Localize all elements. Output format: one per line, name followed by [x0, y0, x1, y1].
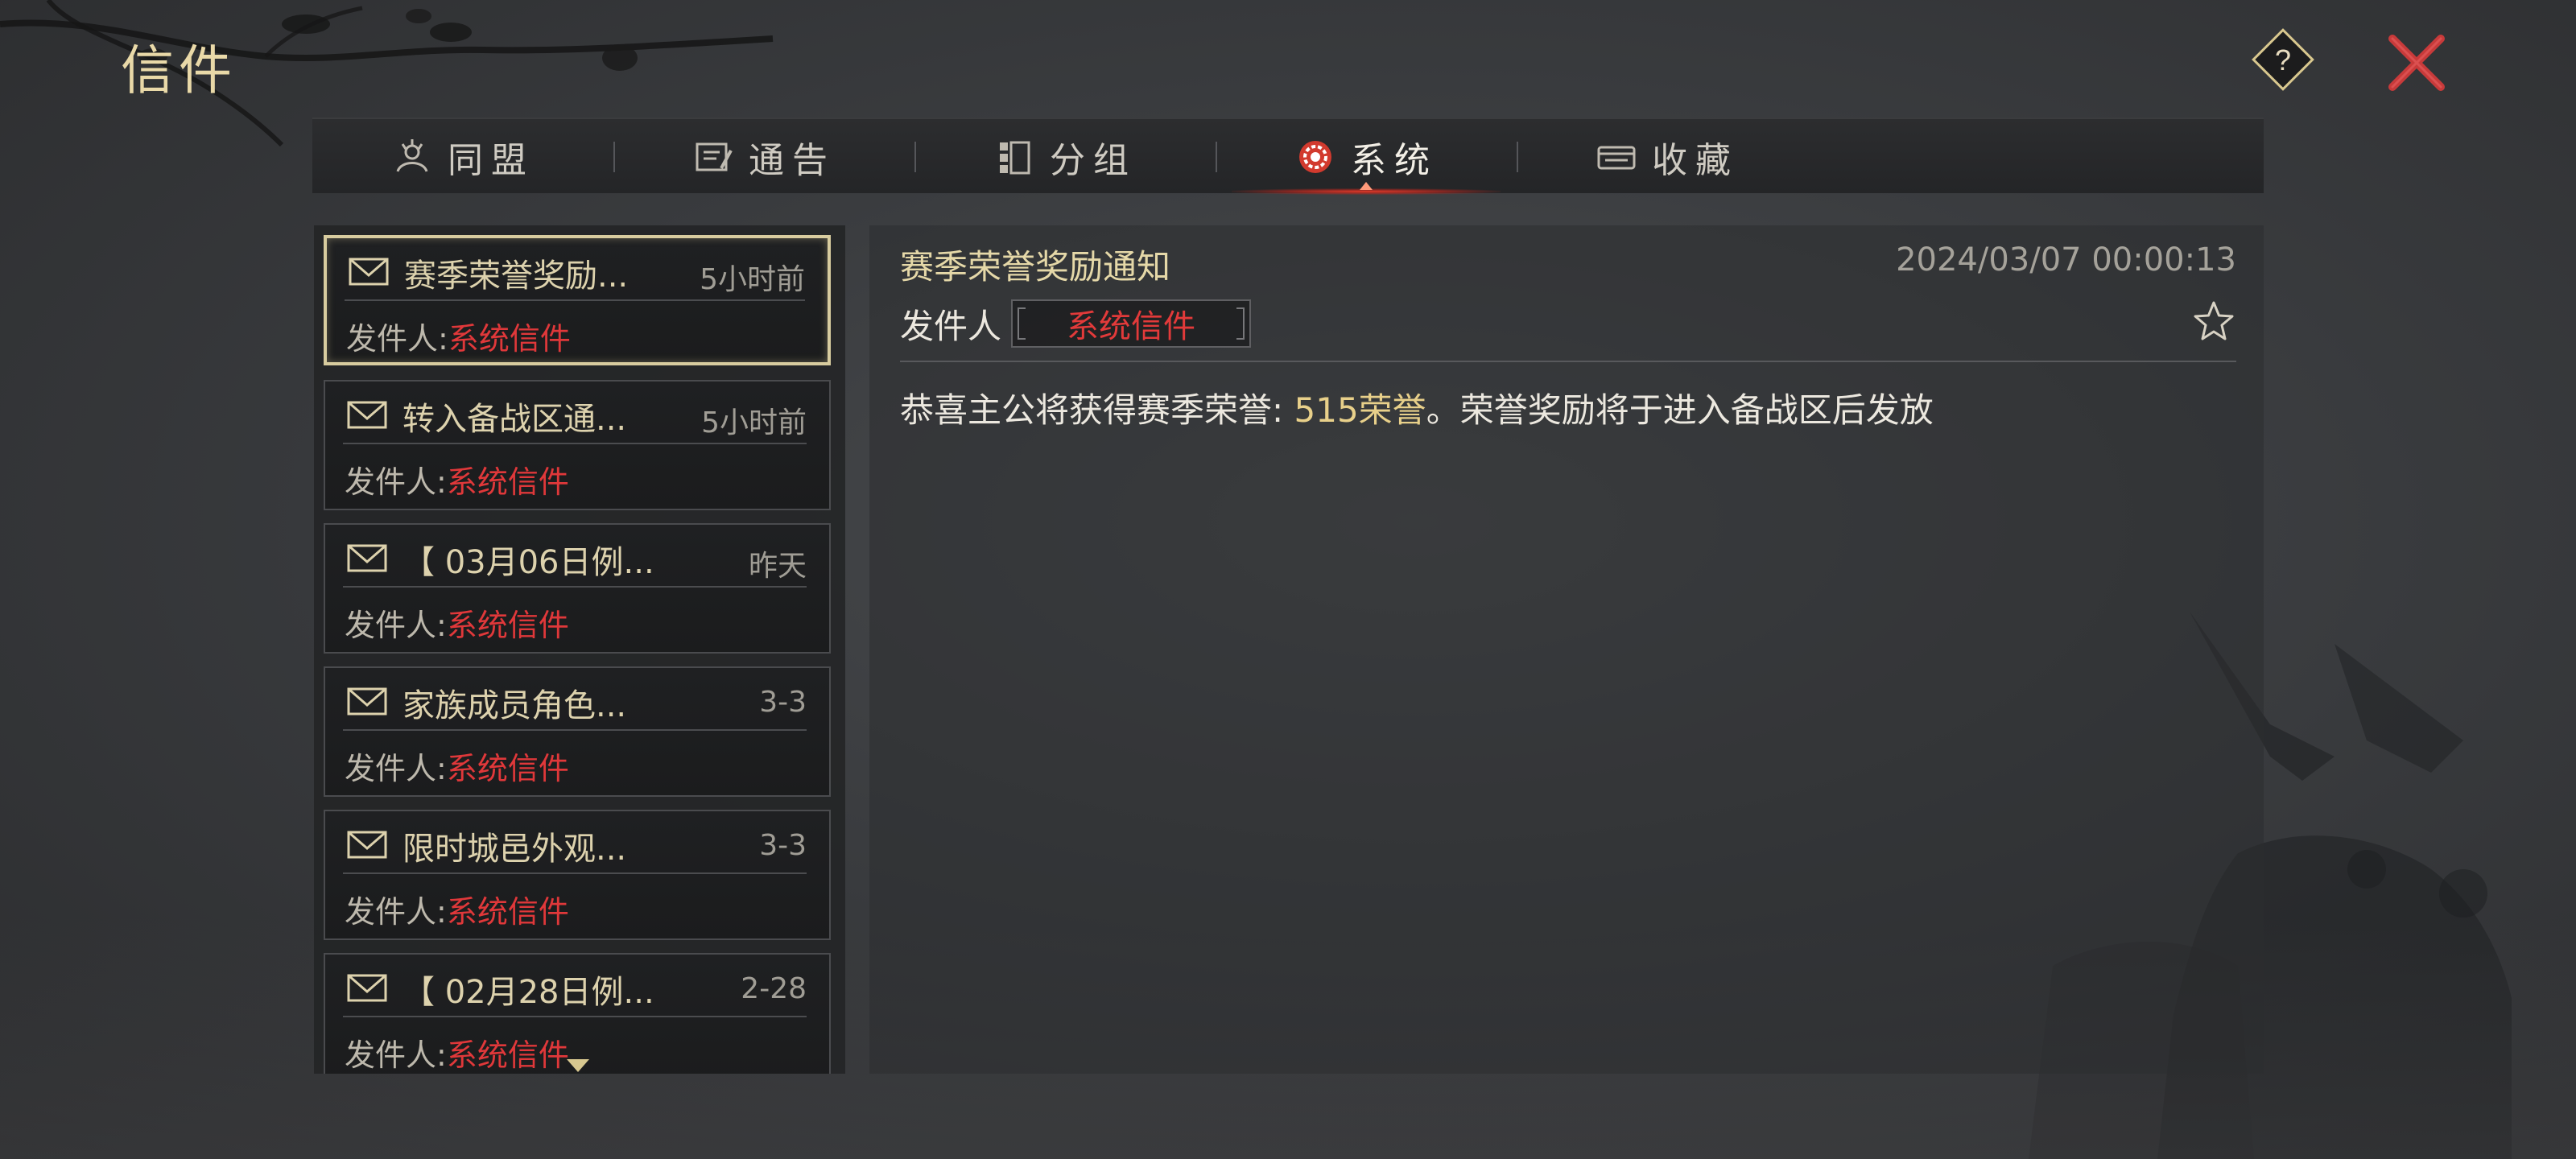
scroll-down-indicator-icon[interactable]	[567, 1059, 589, 1072]
favorite-star-button[interactable]	[2191, 299, 2236, 344]
mail-list-item[interactable]: 赛季荣誉奖励... 5小时前 发件人:系统信件	[324, 235, 831, 365]
tab-favorites[interactable]: 收藏	[1517, 119, 1818, 195]
tab-label: 收藏	[1652, 140, 1739, 181]
tab-alliance[interactable]: 同盟	[312, 119, 613, 195]
mail-time: 2-28	[741, 972, 807, 1005]
body-text: 恭喜主公将获得赛季荣誉:	[900, 390, 1294, 430]
envelope-icon	[347, 687, 387, 716]
mail-time: 3-3	[759, 829, 807, 862]
mail-list-item[interactable]: 家族成员角色... 3-3 发件人:系统信件	[324, 666, 831, 797]
sender-name-tag: 系统信件	[1011, 299, 1251, 348]
mail-time: 5小时前	[701, 406, 807, 439]
sender-name: 系统信件	[446, 751, 569, 786]
envelope-icon	[349, 258, 389, 286]
close-button[interactable]	[2384, 31, 2449, 95]
system-gear-icon	[1299, 141, 1331, 173]
sender-name: 系统信件	[1067, 308, 1195, 345]
close-icon	[2388, 35, 2445, 91]
mail-subject: 【 03月06日例...	[402, 544, 654, 581]
body-text: 。荣誉奖励将于进入备战区后发放	[1426, 390, 1934, 430]
mail-subject: 赛季荣誉奖励...	[404, 258, 629, 295]
mail-subject: 限时城邑外观...	[402, 831, 627, 868]
star-icon	[2194, 301, 2234, 340]
mail-detail-panel: 赛季荣誉奖励通知 2024/03/07 00:00:13 发件人 系统信件 恭喜…	[869, 225, 2264, 1074]
mail-sender: 发件人:系统信件	[345, 1030, 569, 1074]
sender-prefix: 发件人:	[345, 894, 447, 930]
mail-sender: 发件人:系统信件	[345, 457, 569, 501]
mail-category-tabbar: 同盟 通告 分组 系统 收藏	[312, 118, 2264, 195]
sender-label: 发件人	[900, 307, 1002, 346]
mail-time: 3-3	[759, 686, 807, 719]
mail-detail-datetime: 2024/03/07 00:00:13	[1896, 241, 2236, 278]
mail-list-item[interactable]: 限时城邑外观... 3-3 发件人:系统信件	[324, 810, 831, 940]
sender-name: 系统信件	[446, 464, 569, 500]
mail-divider	[343, 729, 807, 731]
envelope-icon	[347, 401, 387, 429]
mail-list-item[interactable]: 【 03月06日例... 昨天 发件人:系统信件	[324, 523, 831, 654]
mail-detail-subject: 赛季荣誉奖励通知	[900, 247, 1171, 287]
page-title: 信件	[121, 39, 237, 101]
mail-time: 5小时前	[700, 263, 805, 296]
mail-sender: 发件人:系统信件	[345, 600, 569, 645]
mail-subject: 家族成员角色...	[402, 687, 627, 724]
mail-time: 昨天	[748, 550, 807, 583]
tab-label: 同盟	[448, 140, 535, 181]
sender-prefix: 发件人:	[345, 751, 447, 786]
help-button[interactable]: ?	[2251, 27, 2315, 92]
tag-right-cap	[1236, 307, 1245, 340]
sender-name: 系统信件	[446, 608, 569, 643]
sender-prefix: 发件人:	[345, 1037, 447, 1073]
envelope-icon	[347, 544, 387, 572]
tab-label: 系统	[1351, 140, 1438, 181]
mail-subject: 转入备战区通...	[402, 401, 627, 438]
mail-list[interactable]: 赛季荣誉奖励... 5小时前 发件人:系统信件 转入备战区通... 5小时前 发…	[314, 225, 845, 1074]
sender-prefix: 发件人:	[345, 464, 447, 500]
active-tab-pointer	[1360, 182, 1373, 190]
mail-subject: 【 02月28日例...	[402, 974, 654, 1011]
tab-label: 通告	[749, 140, 836, 181]
mail-divider	[343, 443, 807, 444]
group-icon	[1000, 141, 1030, 175]
favorites-icon	[1597, 146, 1636, 170]
envelope-icon	[347, 974, 387, 1002]
alliance-icon	[396, 139, 428, 172]
detail-divider	[900, 361, 2236, 362]
tag-left-cap	[1018, 307, 1026, 340]
mail-sender: 发件人:系统信件	[345, 887, 569, 931]
tab-system[interactable]: 系统	[1216, 119, 1517, 195]
question-diamond-icon: ?	[2252, 28, 2314, 91]
tab-announcement[interactable]: 通告	[613, 119, 914, 195]
announcement-icon	[696, 142, 733, 171]
tab-group[interactable]: 分组	[914, 119, 1216, 195]
mail-list-item[interactable]: 转入备战区通... 5小时前 发件人:系统信件	[324, 380, 831, 510]
sender-name: 系统信件	[446, 894, 569, 930]
sender-prefix: 发件人:	[346, 321, 448, 357]
honor-amount: 515荣誉	[1294, 390, 1426, 430]
mail-divider	[343, 1016, 807, 1017]
mail-divider	[343, 872, 807, 874]
mail-divider	[345, 299, 805, 301]
mail-sender: 发件人:系统信件	[346, 314, 571, 358]
sender-name: 系统信件	[448, 321, 571, 357]
envelope-icon	[347, 831, 387, 859]
sender-name: 系统信件	[446, 1037, 569, 1073]
mail-detail-body: 恭喜主公将获得赛季荣誉: 515荣誉。荣誉奖励将于进入备战区后发放	[900, 383, 1934, 432]
svg-text:?: ?	[2275, 43, 2291, 76]
mail-divider	[343, 586, 807, 588]
mail-list-item[interactable]: 【 02月28日例... 2-28 发件人:系统信件	[324, 953, 831, 1074]
mail-sender: 发件人:系统信件	[345, 744, 569, 788]
sender-prefix: 发件人:	[345, 608, 447, 643]
tab-label: 分组	[1050, 140, 1137, 181]
